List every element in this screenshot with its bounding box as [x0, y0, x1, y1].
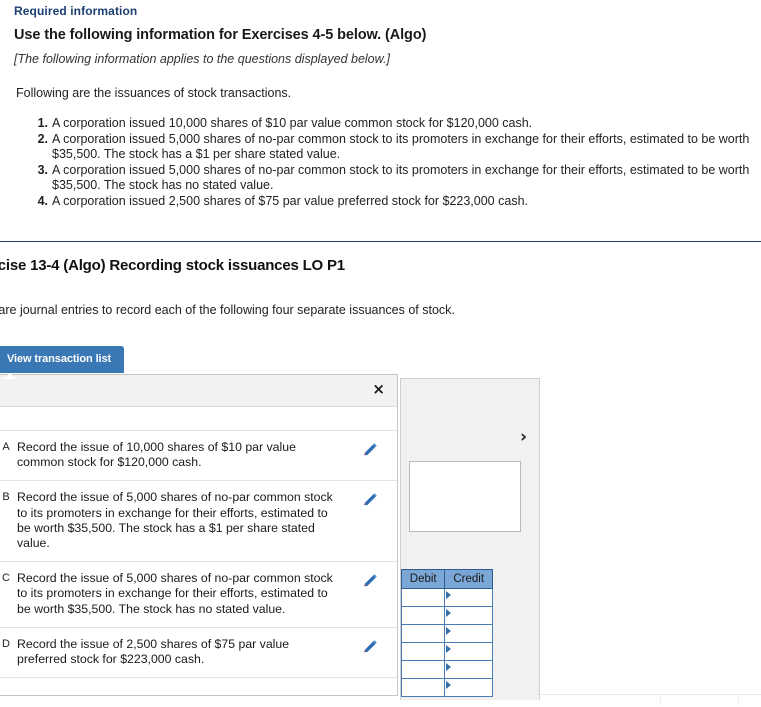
credit-cell[interactable]	[444, 624, 493, 643]
debit-cell[interactable]	[400, 642, 446, 661]
credit-cell[interactable]	[444, 678, 493, 697]
journal-table-body	[400, 588, 493, 697]
debit-cell[interactable]	[400, 588, 446, 607]
section-divider	[0, 241, 761, 242]
list-item: 3. A corporation issued 5,000 shares of …	[30, 163, 750, 194]
table-row	[400, 624, 493, 643]
credit-cell[interactable]	[444, 606, 493, 625]
transaction-list-modal: × A Record the issue of 10,000 shares of…	[0, 374, 398, 696]
debit-cell[interactable]	[400, 660, 446, 679]
modal-column-header-row	[0, 407, 397, 431]
table-row	[400, 642, 493, 661]
list-item-text: A corporation issued 10,000 shares of $1…	[52, 116, 533, 130]
modal-header: ×	[0, 375, 397, 407]
row-description: Record the issue of 10,000 shares of $10…	[17, 440, 296, 470]
list-item-number: 2.	[37, 131, 48, 146]
debit-cell[interactable]	[400, 606, 446, 625]
credit-cell[interactable]	[444, 642, 493, 661]
row-letter: B	[2, 491, 10, 504]
exercise-subtitle: Prepare journal entries to record each o…	[0, 303, 455, 317]
debit-cell[interactable]	[400, 678, 446, 697]
table-row[interactable]: A Record the issue of 10,000 shares of $…	[0, 431, 397, 482]
edit-pencil-icon[interactable]	[361, 441, 379, 459]
page-title: Use the following information for Exerci…	[14, 27, 427, 43]
table-row[interactable]: B Record the issue of 5,000 shares of no…	[0, 481, 397, 563]
edit-pencil-icon[interactable]	[361, 572, 379, 590]
row-letter: C	[2, 572, 10, 585]
row-letter: D	[2, 637, 10, 650]
table-row[interactable]: D Record the issue of 2,500 shares of $7…	[0, 627, 397, 679]
journal-entry-panel: › Debit Credit	[400, 378, 540, 700]
edit-pencil-icon[interactable]	[361, 491, 379, 509]
list-item-number: 1.	[37, 116, 48, 130]
list-item-number: 4.	[37, 193, 48, 208]
list-item-text: A corporation issued 5,000 shares of no-…	[52, 131, 750, 162]
list-item: 1. A corporation issued 10,000 shares of…	[30, 116, 750, 132]
credit-cell[interactable]	[444, 588, 493, 607]
chevron-right-icon[interactable]: ›	[520, 429, 527, 446]
credit-cell[interactable]	[444, 660, 493, 679]
edit-pencil-icon[interactable]	[361, 638, 379, 656]
applies-note: [The following information applies to th…	[14, 52, 390, 66]
row-description: Record the issue of 5,000 shares of no-p…	[17, 490, 333, 551]
row-description: Record the issue of 5,000 shares of no-p…	[17, 571, 333, 616]
table-row	[400, 588, 493, 607]
transactions-list: 1. A corporation issued 10,000 shares of…	[30, 116, 750, 210]
exercise-title: Exercise 13-4 (Algo) Recording stock iss…	[0, 257, 345, 274]
list-item-text: A corporation issued 5,000 shares of no-…	[52, 162, 750, 193]
row-description: Record the issue of 2,500 shares of $75 …	[17, 636, 290, 667]
table-row	[400, 678, 493, 697]
intro-text: Following are the issuances of stock tra…	[16, 86, 292, 100]
table-header-row: Debit Credit	[400, 569, 493, 589]
modal-spacer-row	[0, 678, 397, 695]
table-row	[400, 606, 493, 625]
bottom-tick	[660, 697, 661, 705]
table-row	[400, 660, 493, 679]
bottom-divider	[540, 694, 761, 695]
row-letter: A	[2, 441, 10, 453]
popover-caret-icon	[3, 373, 17, 379]
list-item-number: 3.	[37, 162, 48, 177]
debit-cell[interactable]	[400, 624, 446, 643]
required-information-label: Required information	[14, 4, 138, 18]
list-item: 4. A corporation issued 2,500 shares of …	[30, 194, 750, 210]
bottom-tick	[738, 697, 739, 705]
list-item-text: A corporation issued 2,500 shares of $75…	[52, 193, 528, 208]
page-root: Required information Use the following i…	[0, 0, 761, 707]
journal-note-box[interactable]	[409, 461, 521, 532]
list-item: 2. A corporation issued 5,000 shares of …	[30, 132, 750, 163]
table-row[interactable]: C Record the issue of 5,000 shares of no…	[0, 562, 397, 628]
column-header-credit: Credit	[444, 569, 493, 589]
close-icon[interactable]: ×	[372, 382, 385, 397]
journal-entry-table: Debit Credit	[400, 569, 493, 697]
column-header-debit: Debit	[400, 569, 446, 589]
view-transaction-list-button[interactable]: View transaction list	[0, 346, 125, 373]
